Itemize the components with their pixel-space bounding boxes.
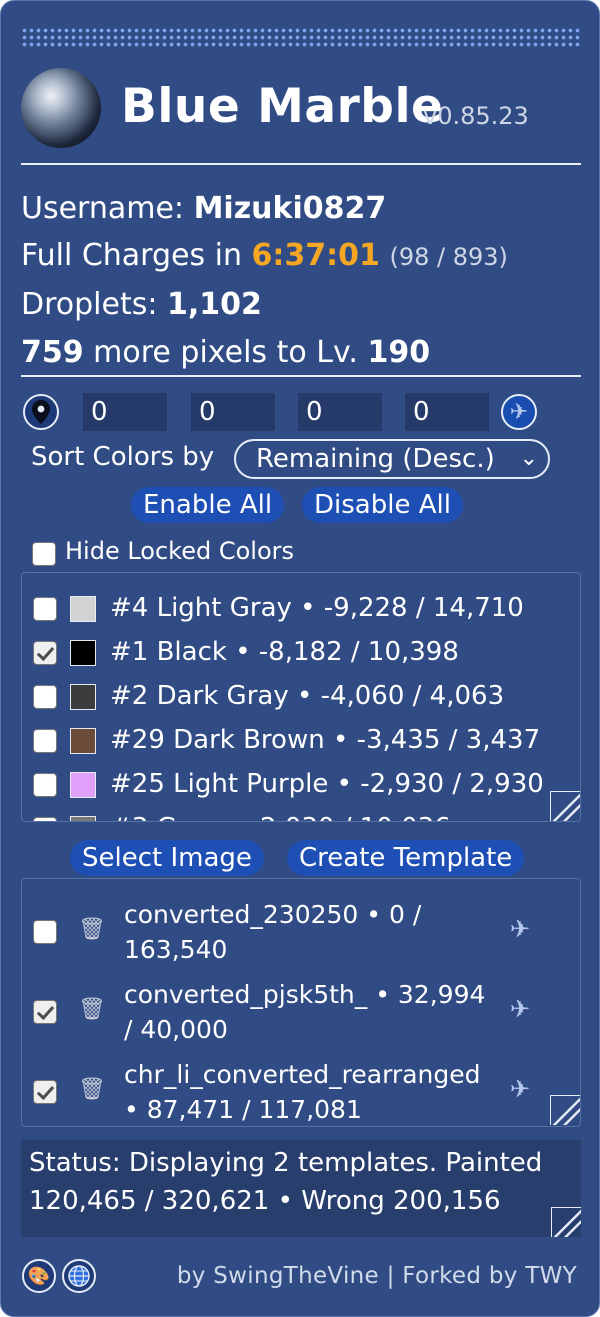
hide-locked-label: Hide Locked Colors	[65, 537, 295, 565]
color-list[interactable]: #4 Light Gray • -9,228 / 14,710 #1 Black…	[21, 572, 581, 822]
trash-icon[interactable]: 🗑	[78, 997, 106, 1022]
color-swatch	[70, 816, 96, 821]
trash-icon[interactable]: 🗑	[78, 1077, 106, 1102]
charges-count: (98 / 893)	[389, 243, 508, 271]
drag-handle[interactable]	[21, 27, 581, 49]
blue-marble-panel: Blue Marble v0.85.23 Username: Mizuki082…	[0, 0, 600, 1317]
droplets-line: Droplets: 1,102	[21, 287, 262, 322]
charges-label: Full Charges in	[21, 238, 252, 273]
tile-x-input[interactable]	[83, 393, 167, 431]
template-checkbox[interactable]	[33, 1000, 57, 1024]
color-row: #3 Gray • -2,030 / 10,036	[22, 807, 580, 821]
globe-button[interactable]	[62, 1259, 96, 1293]
divider	[21, 163, 581, 165]
fly-to-button[interactable]: ✈	[501, 394, 537, 430]
airplane-icon: ✈	[509, 399, 529, 425]
sort-select[interactable]: Remaining (Desc.) ⌄	[234, 439, 550, 479]
map-pin-icon	[32, 400, 50, 424]
create-template-button[interactable]: Create Template	[287, 840, 525, 876]
credits: by SwingTheVine | Forked by TWY	[176, 1263, 577, 1289]
template-checkbox[interactable]	[33, 920, 57, 944]
status-text: Status: Displaying 2 templates. Painted …	[29, 1148, 543, 1216]
template-row: 🗑 chr_li_converted_rearranged • 87,471 /…	[22, 1055, 580, 1126]
airplane-icon[interactable]: ✈	[510, 1075, 530, 1103]
template-row: 🗑 converted_pjsk5th_ • 32,994 / 40,000 ✈	[22, 975, 580, 1055]
username-label: Username:	[21, 191, 194, 226]
charges-line: Full Charges in 6:37:01 (98 / 893)	[21, 238, 508, 273]
tile-y-input[interactable]	[191, 393, 275, 431]
username-line: Username: Mizuki0827	[21, 191, 386, 226]
select-image-button[interactable]: Select Image	[70, 840, 264, 876]
blue-marble-logo	[21, 68, 101, 148]
chevron-down-icon: ⌄	[519, 446, 538, 471]
color-swatch	[70, 640, 96, 666]
app-title: Blue Marble	[121, 79, 444, 134]
trash-icon[interactable]: 🗑	[78, 917, 106, 942]
droplets-label: Droplets:	[21, 287, 168, 322]
palette-icon: 🎨	[27, 1265, 51, 1287]
charges-timer: 6:37:01	[251, 238, 380, 273]
app-version: v0.85.23	[423, 102, 529, 130]
color-swatch	[70, 596, 96, 622]
template-list[interactable]: 🗑 converted_230250 • 0 / 163,540 ✈ 🗑 con…	[21, 878, 581, 1127]
color-row: #1 Black • -8,182 / 10,398	[22, 631, 580, 675]
pixel-x-input[interactable]	[298, 393, 382, 431]
pixels-label: more pixels to Lv.	[83, 335, 368, 370]
template-row: 🗑 converted_230250 • 0 / 163,540 ✈	[22, 895, 580, 975]
color-checkbox[interactable]	[33, 773, 57, 797]
color-swatch	[70, 772, 96, 798]
resize-handle[interactable]	[551, 1207, 581, 1237]
globe-icon	[68, 1265, 90, 1287]
username-value: Mizuki0827	[193, 191, 387, 226]
color-label: #29 Dark Brown • -3,435 / 3,437	[110, 725, 541, 755]
color-label: #1 Black • -8,182 / 10,398	[110, 637, 459, 667]
color-checkbox[interactable]	[33, 685, 57, 709]
template-label: converted_230250 • 0 / 163,540	[124, 900, 422, 964]
color-checkbox[interactable]	[33, 641, 57, 665]
color-row: #4 Light Gray • -9,228 / 14,710	[22, 587, 580, 631]
sort-selected-value: Remaining (Desc.)	[256, 444, 495, 474]
sort-label: Sort Colors by	[31, 442, 215, 472]
color-checkbox[interactable]	[33, 729, 57, 753]
pixels-remaining: 759	[21, 335, 84, 370]
color-label: #25 Light Purple • -2,930 / 2,930	[110, 769, 544, 799]
next-level: 190	[367, 335, 431, 370]
color-label: #2 Dark Gray • -4,060 / 4,063	[110, 681, 505, 711]
color-checkbox[interactable]	[33, 597, 57, 621]
droplets-value: 1,102	[167, 287, 262, 322]
pixel-y-input[interactable]	[405, 393, 489, 431]
color-row: #2 Dark Gray • -4,060 / 4,063	[22, 675, 580, 719]
level-line: 759 more pixels to Lv. 190	[21, 335, 430, 370]
template-checkbox[interactable]	[33, 1080, 57, 1104]
resize-handle[interactable]	[550, 791, 580, 821]
airplane-icon[interactable]: ✈	[510, 915, 530, 943]
resize-handle[interactable]	[550, 1095, 580, 1125]
color-swatch	[70, 728, 96, 754]
template-label: chr_li_converted_rearranged • 87,471 / 1…	[124, 1060, 481, 1124]
palette-button[interactable]: 🎨	[22, 1259, 56, 1293]
color-row: #25 Light Purple • -2,930 / 2,930	[22, 763, 580, 807]
hide-locked-checkbox[interactable]	[32, 542, 56, 566]
color-checkbox[interactable]	[33, 817, 57, 821]
divider	[21, 375, 581, 377]
color-label: #4 Light Gray • -9,228 / 14,710	[110, 593, 524, 623]
color-row: #29 Dark Brown • -3,435 / 3,437	[22, 719, 580, 763]
color-swatch	[70, 684, 96, 710]
enable-all-button[interactable]: Enable All	[131, 487, 285, 523]
status-box[interactable]: Status: Displaying 2 templates. Painted …	[21, 1140, 581, 1237]
airplane-icon[interactable]: ✈	[510, 995, 530, 1023]
use-position-button[interactable]	[23, 394, 59, 430]
color-label: #3 Gray • -2,030 / 10,036	[110, 813, 451, 821]
disable-all-button[interactable]: Disable All	[302, 487, 463, 523]
template-label: converted_pjsk5th_ • 32,994 / 40,000	[124, 980, 486, 1044]
